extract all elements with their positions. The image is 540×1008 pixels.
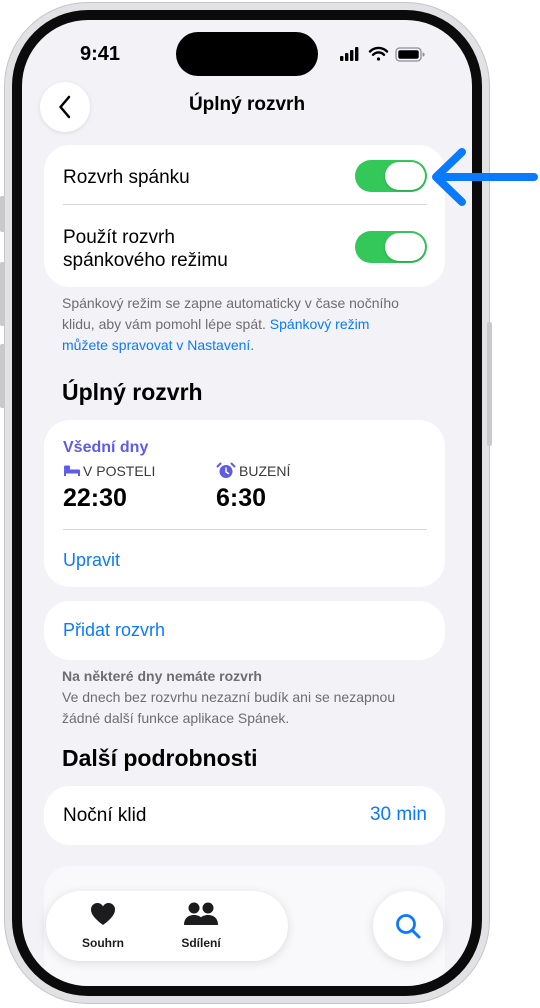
wifi-icon: [368, 46, 389, 61]
sleep-settings-card: Rozvrh spánku Použít rozvrh spánkového r…: [44, 145, 445, 287]
row-divider: [63, 204, 427, 205]
more-details-heading: Další podrobnosti: [62, 745, 258, 771]
add-schedule-label: Přidat rozvrh: [63, 620, 166, 640]
bedtime-label: V POSTELI: [83, 463, 156, 479]
bed-icon: [64, 465, 80, 476]
callout-arrow-icon: [432, 148, 538, 206]
screen: 9:41 Úplný rozvrh Rozvrh spánku Použít r: [22, 20, 472, 986]
chevron-left-icon: [59, 95, 71, 119]
cellular-signal-icon: [340, 47, 359, 61]
people-icon: [184, 902, 218, 925]
weekdays-label: Všední dny: [63, 439, 149, 456]
sleep-focus-footnote: Spánkový režim se zapne automaticky v ča…: [62, 293, 442, 356]
heart-icon: [91, 903, 115, 925]
no-schedule-title: Na některé dny nemáte rozvrh: [62, 668, 262, 684]
status-time: 9:41: [80, 43, 121, 65]
page-title: Úplný rozvrh: [188, 94, 306, 115]
wind-down-label: Noční klid: [63, 805, 147, 826]
alarm-clock-icon: [216, 462, 236, 478]
full-schedule-heading: Úplný rozvrh: [62, 379, 203, 405]
tab-summary-label: Souhrn: [82, 936, 124, 950]
wind-down-row[interactable]: Noční klid 30 min: [44, 786, 445, 845]
battery-icon: [395, 47, 425, 62]
tab-sharing[interactable]: Sdílení: [166, 901, 236, 950]
footnote-line: klidu, aby vám pomohl lépe spát. Spánkov…: [62, 314, 442, 335]
footnote-line: Spánkový režim se zapne automaticky v ča…: [62, 295, 399, 311]
search-icon: [396, 914, 421, 939]
action-button: [0, 196, 5, 232]
edit-schedule-button[interactable]: Upravit: [63, 550, 120, 571]
sleep-focus-settings-link[interactable]: Spánkový režim: [270, 316, 370, 332]
volume-down-button: [0, 344, 5, 408]
tab-bar: Souhrn Sdílení: [46, 891, 288, 961]
search-button[interactable]: [373, 891, 443, 961]
back-button[interactable]: [40, 82, 90, 132]
bedtime-value: 22:30: [63, 484, 127, 512]
wind-down-value: 30 min: [369, 804, 427, 825]
no-schedule-note: Na některé dny nemáte rozvrh Ve dnech be…: [62, 666, 442, 729]
dynamic-island: [176, 32, 318, 76]
sleep-focus-settings-link-cont[interactable]: můžete spravovat v Nastavení.: [62, 335, 442, 356]
add-schedule-button[interactable]: Přidat rozvrh: [44, 601, 445, 660]
volume-up-button: [0, 262, 5, 326]
footnote-text: klidu, aby vám pomohl lépe spát.: [62, 316, 266, 332]
tab-summary[interactable]: Souhrn: [68, 901, 138, 950]
no-schedule-line: Ve dnech bez rozvrhu nezazní budík ani s…: [62, 689, 396, 705]
power-button: [487, 322, 492, 446]
sleep-schedule-label: Rozvrh spánku: [63, 167, 190, 188]
wake-value: 6:30: [216, 484, 267, 512]
status-icons: [340, 46, 425, 62]
sleep-focus-label-line2: spánkového režimu: [63, 250, 228, 271]
no-schedule-line: žádné další funkce aplikace Spánek.: [62, 710, 290, 726]
tab-sharing-label: Sdílení: [181, 936, 221, 950]
wake-label: BUZENÍ: [239, 463, 291, 479]
schedule-divider: [63, 529, 427, 530]
weekdays-schedule-card: Všední dny V POSTELI 22:30 BUZENÍ 6:30 U…: [44, 420, 445, 587]
sleep-schedule-toggle[interactable]: [355, 160, 427, 192]
sleep-focus-toggle[interactable]: [355, 231, 427, 263]
sleep-focus-label-line1: Použít rozvrh: [63, 227, 175, 248]
